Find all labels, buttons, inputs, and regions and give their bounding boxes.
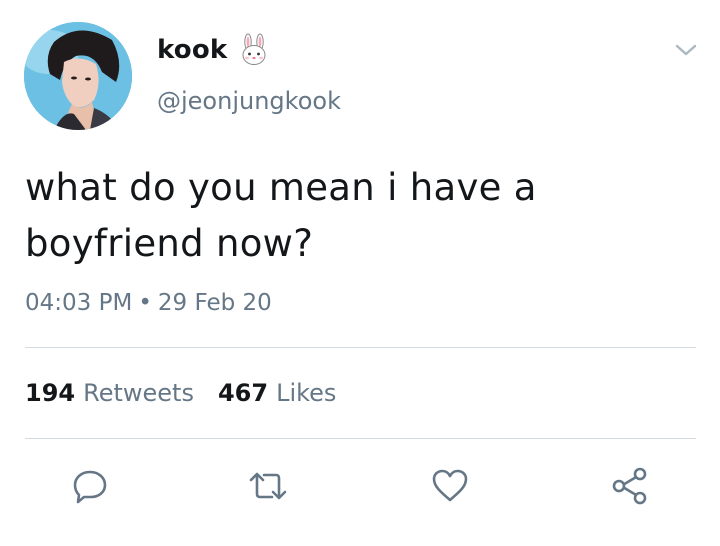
avatar-image (24, 22, 132, 130)
tweet-timestamp[interactable]: 04:03 PM • 29 Feb 20 (25, 286, 272, 320)
tweet-time: 04:03 PM (25, 290, 133, 316)
divider (25, 347, 696, 348)
tweet-text-line: what do you mean i have a (25, 166, 537, 209)
share-icon (612, 467, 647, 505)
tweet-text: what do you mean i have a boyfriend now? (25, 160, 585, 272)
retweets-stat[interactable]: 194 Retweets (25, 376, 194, 410)
retweet-icon (249, 472, 287, 500)
tweet-date: 29 Feb 20 (157, 290, 272, 316)
like-button[interactable] (428, 460, 472, 512)
likes-stat[interactable]: 467 Likes (218, 376, 336, 410)
likes-label: Likes (276, 379, 337, 407)
reply-icon (73, 470, 107, 504)
share-button[interactable] (608, 460, 652, 512)
display-name-text: kook (157, 35, 228, 65)
reply-button[interactable] (68, 460, 112, 512)
user-handle[interactable]: @jeonjungkook (157, 84, 341, 118)
heart-icon (432, 469, 468, 502)
tweet-stats: 194 Retweets 467 Likes (25, 376, 360, 410)
likes-count: 467 (217, 379, 269, 407)
chevron-down-icon[interactable] (672, 40, 700, 60)
tweet-text-line: boyfriend now? (25, 222, 314, 265)
retweet-button[interactable] (246, 460, 290, 512)
avatar[interactable] (24, 22, 132, 130)
divider (25, 438, 696, 439)
rabbit-face-icon (237, 33, 271, 67)
retweets-label: Retweets (83, 379, 194, 407)
retweets-count: 194 (25, 379, 76, 407)
display-name[interactable]: kook (157, 32, 271, 68)
tweet-card: kook @jeonjungkook what do you mean i ha… (0, 0, 720, 546)
tweet-actions (0, 460, 720, 516)
separator-dot: • (138, 290, 152, 316)
